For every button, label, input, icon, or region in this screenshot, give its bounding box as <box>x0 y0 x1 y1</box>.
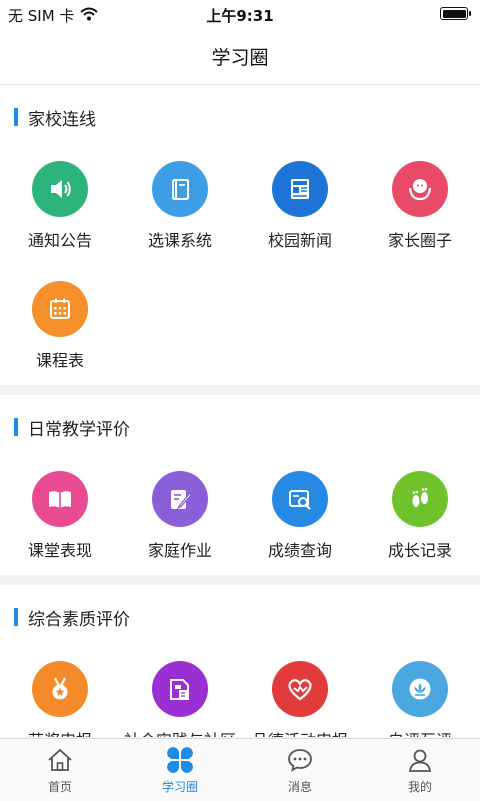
section-accent-bar <box>14 608 18 626</box>
tile-label: 课堂表现 <box>27 541 92 560</box>
tab-label: 消息 <box>287 780 312 794</box>
tab-home[interactable]: 首页 <box>0 739 120 801</box>
section-title: 日常教学评价 <box>14 417 130 440</box>
tab-label: 首页 <box>47 780 72 794</box>
parent-circle-icon <box>392 161 448 217</box>
tile-label: 校园新闻 <box>267 231 332 250</box>
section-title: 家校连线 <box>14 107 96 130</box>
section-title-text: 家校连线 <box>28 109 96 130</box>
tile-label: 社会实践与社区 <box>124 727 236 737</box>
section-title-text: 综合素质评价 <box>28 609 130 630</box>
footprints-icon <box>392 471 448 527</box>
book-icon <box>152 161 208 217</box>
tile-label: 成长记录 <box>387 541 452 560</box>
tile-label: 家庭作业 <box>147 541 212 560</box>
tile-moral-activity[interactable]: 品德活动申报 <box>240 661 360 737</box>
section-home-school: 家校连线 通知公告 选课系统 校园新闻 家长圈子 课程表 <box>0 85 480 385</box>
tile-grade-query[interactable]: 成绩查询 <box>240 471 360 581</box>
section-accent-bar <box>14 108 18 126</box>
tile-self-peer-review[interactable]: 自评互评 <box>360 661 480 737</box>
lotus-icon <box>392 661 448 717</box>
open-book-icon <box>32 471 88 527</box>
user-icon <box>405 745 435 775</box>
tile-notice[interactable]: 通知公告 <box>0 161 120 271</box>
section-title-text: 日常教学评价 <box>28 419 130 440</box>
tile-award-apply[interactable]: 获奖申报 <box>0 661 120 737</box>
tab-mine[interactable]: 我的 <box>360 739 480 801</box>
calendar-icon <box>32 281 88 337</box>
tab-label: 我的 <box>407 780 432 794</box>
tile-label: 品德活动申报 <box>252 727 348 737</box>
section-divider <box>0 385 480 395</box>
newspaper-icon <box>272 161 328 217</box>
edit-note-icon <box>152 471 208 527</box>
heart-icon <box>272 661 328 717</box>
clover-icon <box>165 745 195 775</box>
speaker-icon <box>32 161 88 217</box>
chat-bubble-icon <box>285 745 315 775</box>
tile-label: 自评互评 <box>388 727 452 737</box>
search-report-icon <box>272 471 328 527</box>
tile-label: 课程表 <box>35 351 84 370</box>
battery-icon <box>440 7 471 20</box>
section-accent-bar <box>14 418 18 436</box>
status-time: 上午9:31 <box>206 7 274 25</box>
medal-icon <box>32 661 88 717</box>
tile-label: 成绩查询 <box>267 541 332 560</box>
tab-bar: 首页 学习圈 消息 我的 <box>0 738 480 801</box>
tile-label: 家长圈子 <box>387 231 452 250</box>
tile-label: 获奖申报 <box>28 727 92 737</box>
main-content[interactable]: 家校连线 通知公告 选课系统 校园新闻 家长圈子 课程表 日常教学评价 课堂表现… <box>0 85 480 737</box>
status-bar: 无 SIM 卡 上午9:31 <box>0 0 480 28</box>
document-flag-icon <box>152 661 208 717</box>
section-daily-evaluation: 日常教学评价 课堂表现 家庭作业 成绩查询 成长记录 <box>0 395 480 575</box>
tile-campus-news[interactable]: 校园新闻 <box>240 161 360 271</box>
tile-label: 通知公告 <box>27 231 92 250</box>
section-divider <box>0 575 480 585</box>
tile-class-performance[interactable]: 课堂表现 <box>0 471 120 581</box>
tile-label: 选课系统 <box>147 231 212 250</box>
home-icon <box>45 745 75 775</box>
nav-bar: 学习圈 <box>0 28 480 85</box>
section-title: 综合素质评价 <box>14 607 130 630</box>
tab-messages[interactable]: 消息 <box>240 739 360 801</box>
tile-parent-circle[interactable]: 家长圈子 <box>360 161 480 271</box>
tile-growth-record[interactable]: 成长记录 <box>360 471 480 581</box>
section-quality-evaluation: 综合素质评价 获奖申报 社会 <box>0 585 480 737</box>
tile-timetable[interactable]: 课程表 <box>0 281 120 391</box>
tile-course-selection[interactable]: 选课系统 <box>120 161 240 271</box>
tab-learning-circle[interactable]: 学习圈 <box>120 739 240 801</box>
page-title: 学习圈 <box>211 46 269 69</box>
tab-label: 学习圈 <box>161 780 198 794</box>
tile-homework[interactable]: 家庭作业 <box>120 471 240 581</box>
tile-social-practice[interactable]: 社会实践与社区 <box>120 661 240 737</box>
